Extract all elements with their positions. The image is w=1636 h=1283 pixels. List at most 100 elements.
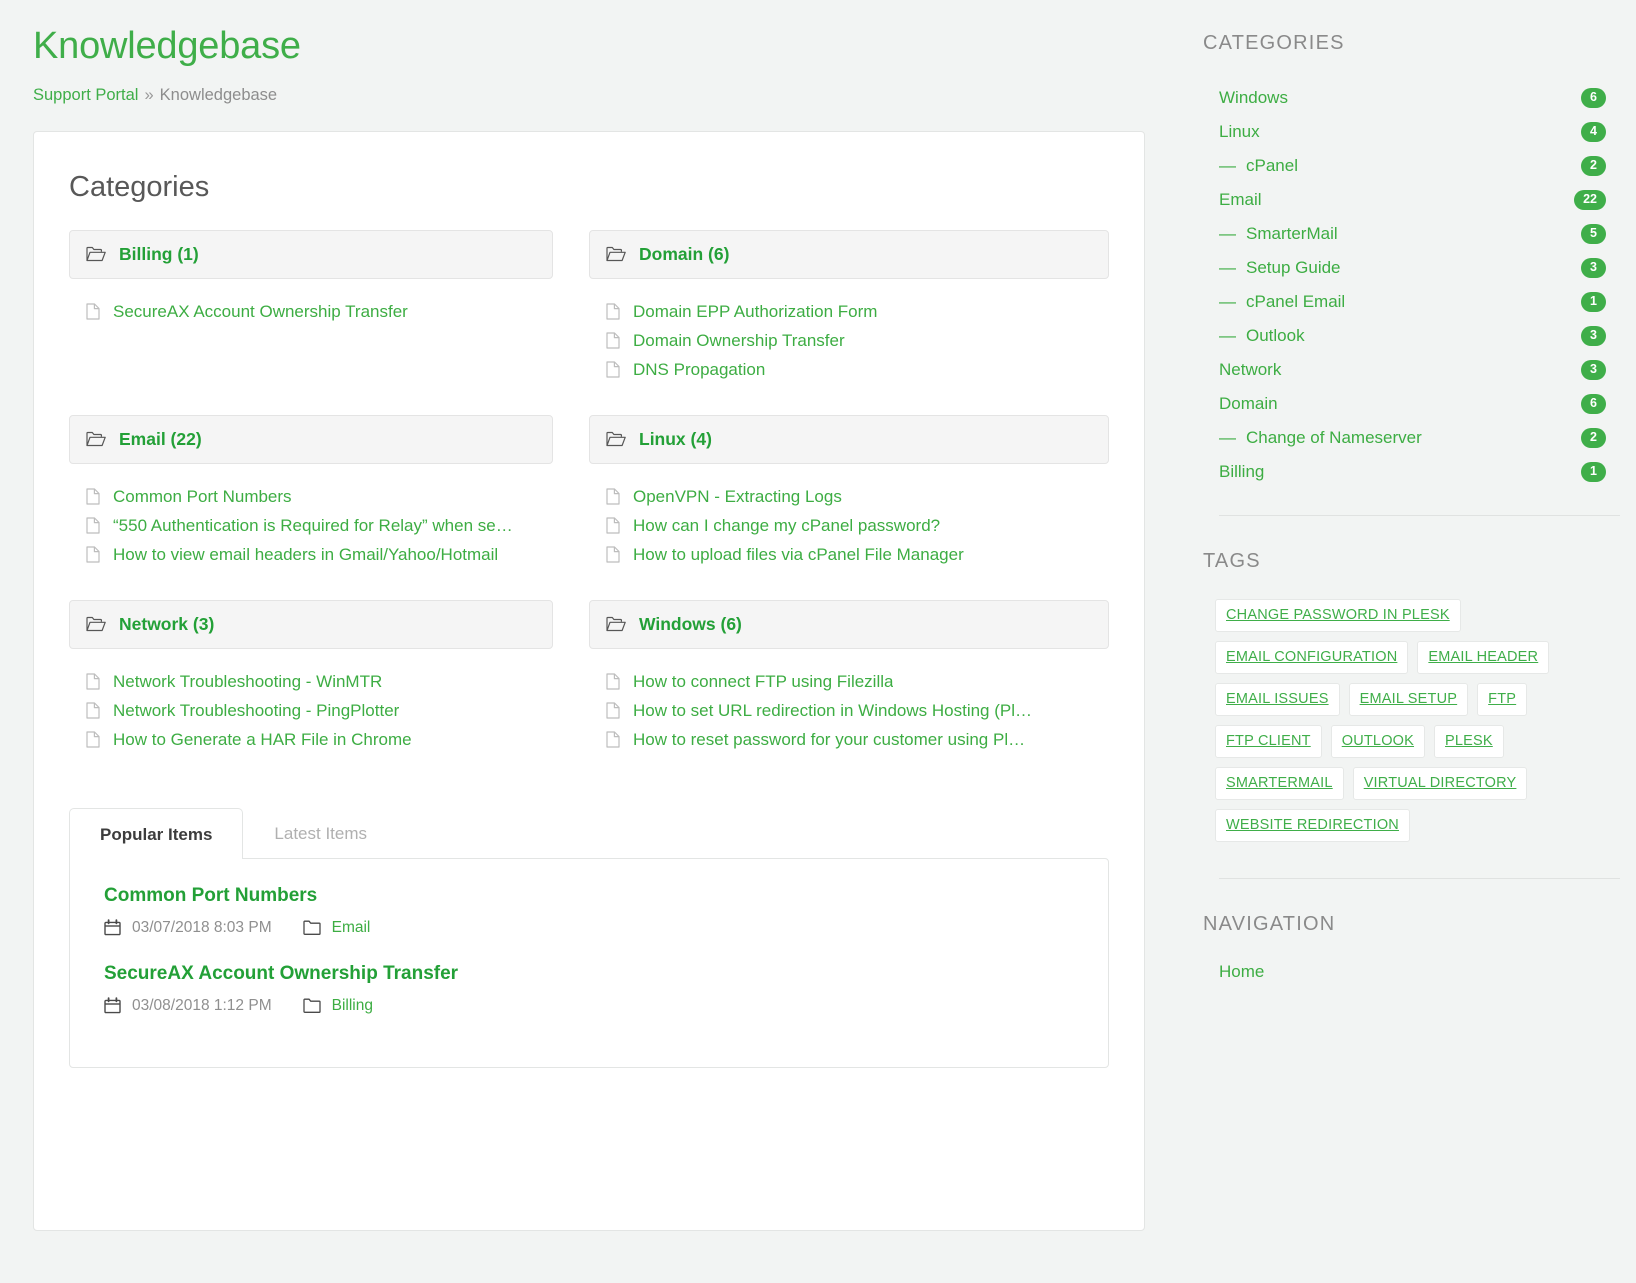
- tag-chip[interactable]: FTP CLIENT: [1215, 725, 1322, 758]
- tag-chip[interactable]: CHANGE PASSWORD IN PLESK: [1215, 599, 1461, 632]
- sidebar-category-row[interactable]: Email 22: [1203, 183, 1636, 217]
- sidebar-category-count-badge: 4: [1581, 122, 1606, 142]
- category-article-link[interactable]: Common Port Numbers: [113, 487, 292, 507]
- category-article-row: How to Generate a HAR File in Chrome: [79, 726, 553, 755]
- category-block: Windows (6) How to connect FTP using File…: [589, 599, 1109, 755]
- sidebar-category-row[interactable]: Windows 6: [1203, 81, 1636, 115]
- file-icon: [86, 517, 100, 534]
- sidebar-category-count-badge: 1: [1581, 292, 1606, 312]
- sidebar-category-link[interactable]: Linux: [1219, 122, 1260, 142]
- category-article-link[interactable]: OpenVPN - Extracting Logs: [633, 487, 842, 507]
- popular-item-date: 03/07/2018 8:03 PM: [132, 918, 272, 936]
- breadcrumb-link-support-portal[interactable]: Support Portal: [33, 86, 138, 104]
- category-article-link[interactable]: How to Generate a HAR File in Chrome: [113, 730, 412, 750]
- file-icon: [86, 673, 100, 690]
- category-article-link[interactable]: How to reset password for your customer …: [633, 730, 1025, 750]
- sidebar-category-row[interactable]: — cPanel Email 1: [1203, 285, 1636, 319]
- sidebar-category-row[interactable]: Domain 6: [1203, 387, 1636, 421]
- tag-chip[interactable]: EMAIL SETUP: [1348, 683, 1469, 716]
- items-tabs-section: Popular Items Latest Items Common Port Nu…: [69, 807, 1109, 1068]
- sidebar-navigation-heading: NAVIGATION: [1203, 913, 1336, 935]
- category-article-link[interactable]: DNS Propagation: [633, 360, 765, 380]
- category-article-link[interactable]: Network Troubleshooting - WinMTR: [113, 672, 382, 692]
- file-icon: [606, 303, 620, 320]
- category-article-link[interactable]: How to connect FTP using Filezilla: [633, 672, 893, 692]
- sidebar-category-row[interactable]: Billing 1: [1203, 455, 1636, 489]
- tag-chip[interactable]: OUTLOOK: [1330, 725, 1426, 758]
- popular-item-title[interactable]: Common Port Numbers: [104, 885, 1074, 907]
- category-article-link[interactable]: Network Troubleshooting - PingPlotter: [113, 701, 399, 721]
- sidebar-category-link[interactable]: Setup Guide: [1246, 258, 1341, 278]
- folder-open-icon: [86, 431, 106, 446]
- sidebar-category-link[interactable]: SmarterMail: [1246, 224, 1338, 244]
- sidebar-category-name: Domain: [1219, 394, 1278, 414]
- breadcrumb-separator: »: [144, 85, 154, 104]
- tag-chip[interactable]: VIRTUAL DIRECTORY: [1352, 767, 1528, 800]
- tab-latest-items[interactable]: Latest Items: [243, 807, 398, 858]
- tab-panel-popular-items: Common Port Numbers 03/07/2018 8:03 PM Ema…: [69, 857, 1109, 1068]
- category-article-link[interactable]: “550 Authentication is Required for Rela…: [113, 516, 513, 536]
- folder-open-icon: [86, 616, 106, 631]
- sidebar-category-row[interactable]: — SmarterMail 5: [1203, 217, 1636, 251]
- tab-popular-items[interactable]: Popular Items: [69, 807, 244, 859]
- category-article-row: Common Port Numbers: [79, 483, 553, 512]
- category-header[interactable]: Billing (1): [69, 229, 553, 279]
- sidebar-category-row[interactable]: Linux 4: [1203, 115, 1636, 149]
- category-article-row: Network Troubleshooting - PingPlotter: [79, 697, 553, 726]
- category-block: Linux (4) OpenVPN - Extracting Logs How ca…: [589, 414, 1109, 570]
- sidebar-category-link[interactable]: Change of Nameserver: [1246, 428, 1422, 448]
- breadcrumb-current: Knowledgebase: [159, 85, 278, 104]
- calendar-icon: [104, 919, 121, 936]
- sidebar-category-name: Network: [1219, 360, 1281, 380]
- sidebar-category-row[interactable]: — Setup Guide 3: [1203, 251, 1636, 285]
- sidebar-category-row[interactable]: — cPanel 2: [1203, 149, 1636, 183]
- file-icon: [606, 517, 620, 534]
- sidebar-category-link[interactable]: cPanel Email: [1246, 292, 1345, 312]
- sidebar-category-name: Email: [1219, 190, 1262, 210]
- sidebar-category-link[interactable]: Billing: [1219, 462, 1264, 482]
- category-article-list: Common Port Numbers “550 Authentication i…: [69, 474, 553, 570]
- category-header[interactable]: Linux (4): [589, 414, 1109, 464]
- navigation-link-home[interactable]: Home: [1219, 962, 1264, 981]
- main-column: Knowledgebase Support Portal » Knowledgeba…: [0, 0, 1190, 1283]
- popular-item-meta: 03/07/2018 8:03 PM Email: [104, 919, 1074, 937]
- sidebar-category-link[interactable]: Windows: [1219, 88, 1288, 108]
- sidebar-category-link[interactable]: Network: [1219, 360, 1281, 380]
- category-article-link[interactable]: How to view email headers in Gmail/Yahoo…: [113, 545, 498, 565]
- category-header[interactable]: Email (22): [69, 414, 553, 464]
- category-article-link[interactable]: How to set URL redirection in Windows Ho…: [633, 701, 1032, 721]
- category-article-row: “550 Authentication is Required for Rela…: [79, 512, 553, 541]
- sidebar-category-row[interactable]: — Change of Nameserver 2: [1203, 421, 1636, 455]
- tag-chip[interactable]: EMAIL CONFIGURATION: [1215, 641, 1409, 674]
- tag-chip[interactable]: FTP: [1477, 683, 1528, 716]
- tag-chip[interactable]: EMAIL HEADER: [1417, 641, 1550, 674]
- category-header[interactable]: Domain (6): [589, 229, 1109, 279]
- sidebar-category-name: — Change of Nameserver: [1219, 428, 1422, 448]
- sidebar-category-link[interactable]: Outlook: [1246, 326, 1305, 346]
- folder-open-icon: [606, 246, 626, 261]
- popular-item-title[interactable]: SecureAX Account Ownership Transfer: [104, 963, 1074, 985]
- tag-chip[interactable]: EMAIL ISSUES: [1215, 683, 1340, 716]
- popular-item-category-link[interactable]: Billing: [332, 997, 373, 1015]
- category-header[interactable]: Network (3): [69, 599, 553, 649]
- sidebar-category-row[interactable]: — Outlook 3: [1203, 319, 1636, 353]
- sidebar-category-row[interactable]: Network 3: [1203, 353, 1636, 387]
- category-article-link[interactable]: SecureAX Account Ownership Transfer: [113, 302, 408, 322]
- popular-item-category-link[interactable]: Email: [332, 919, 371, 937]
- sidebar-category-link[interactable]: Domain: [1219, 394, 1278, 414]
- sidebar-category-count-badge: 2: [1581, 428, 1606, 448]
- folder-icon: [302, 998, 321, 1014]
- tag-chip[interactable]: PLESK: [1434, 725, 1504, 758]
- sidebar-category-link[interactable]: cPanel: [1246, 156, 1298, 176]
- tag-chip[interactable]: WEBSITE REDIRECTION: [1215, 809, 1410, 842]
- calendar-icon: [104, 997, 121, 1014]
- category-header[interactable]: Windows (6): [589, 599, 1109, 649]
- file-icon: [606, 673, 620, 690]
- tag-chip[interactable]: SMARTERMAIL: [1215, 767, 1344, 800]
- tab-list: Popular Items Latest Items: [69, 807, 1109, 859]
- category-article-link[interactable]: Domain EPP Authorization Form: [633, 302, 877, 322]
- category-article-link[interactable]: How can I change my cPanel password?: [633, 516, 940, 536]
- category-article-link[interactable]: How to upload files via cPanel File Mana…: [633, 545, 964, 565]
- sidebar-category-link[interactable]: Email: [1219, 190, 1262, 210]
- category-article-link[interactable]: Domain Ownership Transfer: [633, 331, 845, 351]
